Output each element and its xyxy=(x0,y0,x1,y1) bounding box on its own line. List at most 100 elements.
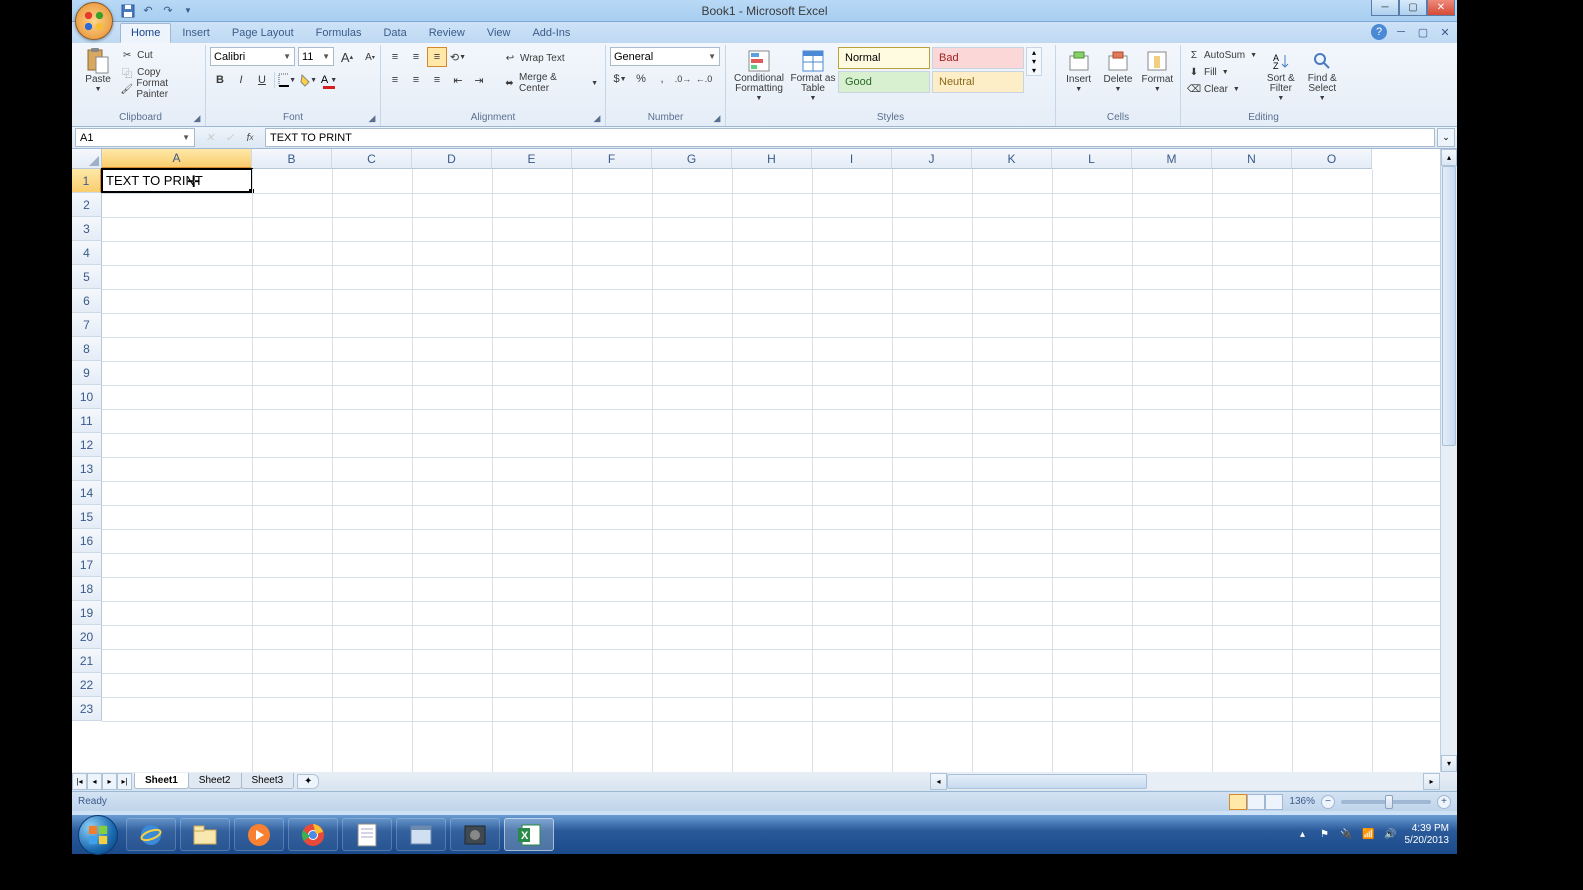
redo-icon[interactable]: ↷ xyxy=(160,3,176,19)
page-layout-view-icon[interactable] xyxy=(1247,794,1265,810)
formula-input[interactable]: TEXT TO PRINT xyxy=(265,128,1435,147)
expand-formula-bar-icon[interactable]: ⌄ xyxy=(1437,128,1455,147)
tray-show-hidden-icon[interactable]: ▴ xyxy=(1295,827,1311,843)
row-header[interactable]: 18 xyxy=(72,577,102,601)
office-button[interactable] xyxy=(75,2,113,40)
sort-filter-button[interactable]: AZSort & Filter▼ xyxy=(1261,47,1300,102)
column-header[interactable]: M xyxy=(1132,149,1212,169)
percent-button[interactable]: % xyxy=(631,69,651,89)
taskbar-app2[interactable] xyxy=(450,818,500,851)
clipboard-dialog-icon[interactable]: ◢ xyxy=(191,112,203,124)
column-header[interactable]: C xyxy=(332,149,412,169)
font-dialog-icon[interactable]: ◢ xyxy=(366,112,378,124)
tray-power-icon[interactable]: 🔌 xyxy=(1339,827,1355,843)
decrease-decimal-button[interactable]: ←.0 xyxy=(694,69,714,89)
format-painter-button[interactable]: 🖌Format Painter xyxy=(118,81,201,97)
tab-data[interactable]: Data xyxy=(372,23,417,43)
paste-button[interactable]: Paste ▼ xyxy=(80,47,116,93)
row-header[interactable]: 20 xyxy=(72,625,102,649)
zoom-out-button[interactable]: − xyxy=(1321,795,1335,809)
column-header[interactable]: B xyxy=(252,149,332,169)
column-headers[interactable]: ABCDEFGHIJKLMNO xyxy=(102,149,1440,169)
align-top-button[interactable]: ≡ xyxy=(385,47,405,67)
start-button[interactable] xyxy=(78,815,118,855)
cut-button[interactable]: ✂Cut xyxy=(118,47,201,63)
row-header[interactable]: 17 xyxy=(72,553,102,577)
scroll-down-icon[interactable]: ▾ xyxy=(1441,755,1457,772)
close-button[interactable]: ✕ xyxy=(1427,0,1455,16)
row-header[interactable]: 9 xyxy=(72,361,102,385)
row-header[interactable]: 23 xyxy=(72,697,102,721)
align-middle-button[interactable]: ≡ xyxy=(406,47,426,67)
enter-formula-icon[interactable]: ✓ xyxy=(221,129,239,147)
row-header[interactable]: 1 xyxy=(72,169,102,193)
scroll-thumb-h[interactable] xyxy=(947,774,1147,789)
taskbar-notepad[interactable] xyxy=(342,818,392,851)
row-header[interactable]: 6 xyxy=(72,289,102,313)
accounting-format-button[interactable]: $▼ xyxy=(610,69,630,89)
styles-scroll[interactable]: ▴▾▾ xyxy=(1026,47,1042,76)
row-header[interactable]: 8 xyxy=(72,337,102,361)
scroll-left-icon[interactable]: ◂ xyxy=(930,773,947,790)
column-header[interactable]: G xyxy=(652,149,732,169)
format-as-table-button[interactable]: Format as Table▼ xyxy=(790,47,836,102)
active-cell[interactable]: TEXT TO PRINT xyxy=(101,168,253,193)
zoom-slider[interactable] xyxy=(1341,800,1431,804)
column-header[interactable]: E xyxy=(492,149,572,169)
name-box[interactable]: A1▼ xyxy=(75,128,195,147)
font-name-select[interactable]: Calibri▼ xyxy=(210,47,295,66)
style-good[interactable]: Good xyxy=(838,71,930,93)
column-header[interactable]: O xyxy=(1292,149,1372,169)
row-header[interactable]: 14 xyxy=(72,481,102,505)
scroll-thumb-v[interactable] xyxy=(1442,166,1456,446)
doc-close-icon[interactable]: ✕ xyxy=(1437,24,1453,40)
bold-button[interactable]: B xyxy=(210,70,230,90)
increase-decimal-button[interactable]: .0→ xyxy=(673,69,693,89)
tab-home[interactable]: Home xyxy=(120,23,171,43)
zoom-slider-thumb[interactable] xyxy=(1385,795,1393,809)
taskbar-explorer[interactable] xyxy=(180,818,230,851)
clear-button[interactable]: ⌫Clear▼ xyxy=(1185,81,1259,97)
zoom-level[interactable]: 136% xyxy=(1289,796,1315,807)
tab-insert[interactable]: Insert xyxy=(171,23,221,43)
vertical-scrollbar[interactable]: ▴ ▾ xyxy=(1440,149,1457,772)
doc-restore-icon[interactable]: ▢ xyxy=(1415,24,1431,40)
font-size-select[interactable]: 11▼ xyxy=(298,47,334,66)
shrink-font-button[interactable]: A▾ xyxy=(360,47,380,67)
horizontal-scrollbar[interactable]: ◂ ▸ xyxy=(930,773,1440,790)
minimize-button[interactable]: ─ xyxy=(1371,0,1399,16)
column-header[interactable]: N xyxy=(1212,149,1292,169)
help-icon[interactable]: ? xyxy=(1371,24,1387,40)
sheet-tab-2[interactable]: Sheet2 xyxy=(188,773,242,789)
ribbon-minimize-icon[interactable]: ─ xyxy=(1393,24,1409,40)
align-right-button[interactable]: ≡ xyxy=(427,70,447,90)
tab-add-ins[interactable]: Add-Ins xyxy=(521,23,581,43)
align-left-button[interactable]: ≡ xyxy=(385,70,405,90)
zoom-in-button[interactable]: + xyxy=(1437,795,1451,809)
taskbar-ie[interactable] xyxy=(126,818,176,851)
view-buttons[interactable] xyxy=(1229,794,1283,810)
fill-color-button[interactable]: ▼ xyxy=(298,70,318,90)
tab-view[interactable]: View xyxy=(476,23,522,43)
sheet-nav-prev-icon[interactable]: ◂ xyxy=(87,773,102,790)
sheet-tab-3[interactable]: Sheet3 xyxy=(241,773,295,789)
tab-page-layout[interactable]: Page Layout xyxy=(221,23,305,43)
tab-formulas[interactable]: Formulas xyxy=(305,23,373,43)
scroll-right-icon[interactable]: ▸ xyxy=(1423,773,1440,790)
scroll-up-icon[interactable]: ▴ xyxy=(1441,149,1457,166)
row-header[interactable]: 16 xyxy=(72,529,102,553)
tab-review[interactable]: Review xyxy=(418,23,476,43)
insert-cells-button[interactable]: Insert▼ xyxy=(1060,47,1097,93)
row-header[interactable]: 13 xyxy=(72,457,102,481)
increase-indent-button[interactable]: ⇥ xyxy=(469,70,489,90)
underline-button[interactable]: U xyxy=(252,70,272,90)
merge-center-button[interactable]: ⬌Merge & Center▼ xyxy=(500,72,601,94)
column-header[interactable]: J xyxy=(892,149,972,169)
sheet-nav-next-icon[interactable]: ▸ xyxy=(102,773,117,790)
row-header[interactable]: 12 xyxy=(72,433,102,457)
row-header[interactable]: 15 xyxy=(72,505,102,529)
conditional-formatting-button[interactable]: Conditional Formatting▼ xyxy=(730,47,788,102)
sheet-nav-last-icon[interactable]: ▸| xyxy=(117,773,132,790)
column-header[interactable]: L xyxy=(1052,149,1132,169)
tray-network-icon[interactable]: 📶 xyxy=(1361,827,1377,843)
